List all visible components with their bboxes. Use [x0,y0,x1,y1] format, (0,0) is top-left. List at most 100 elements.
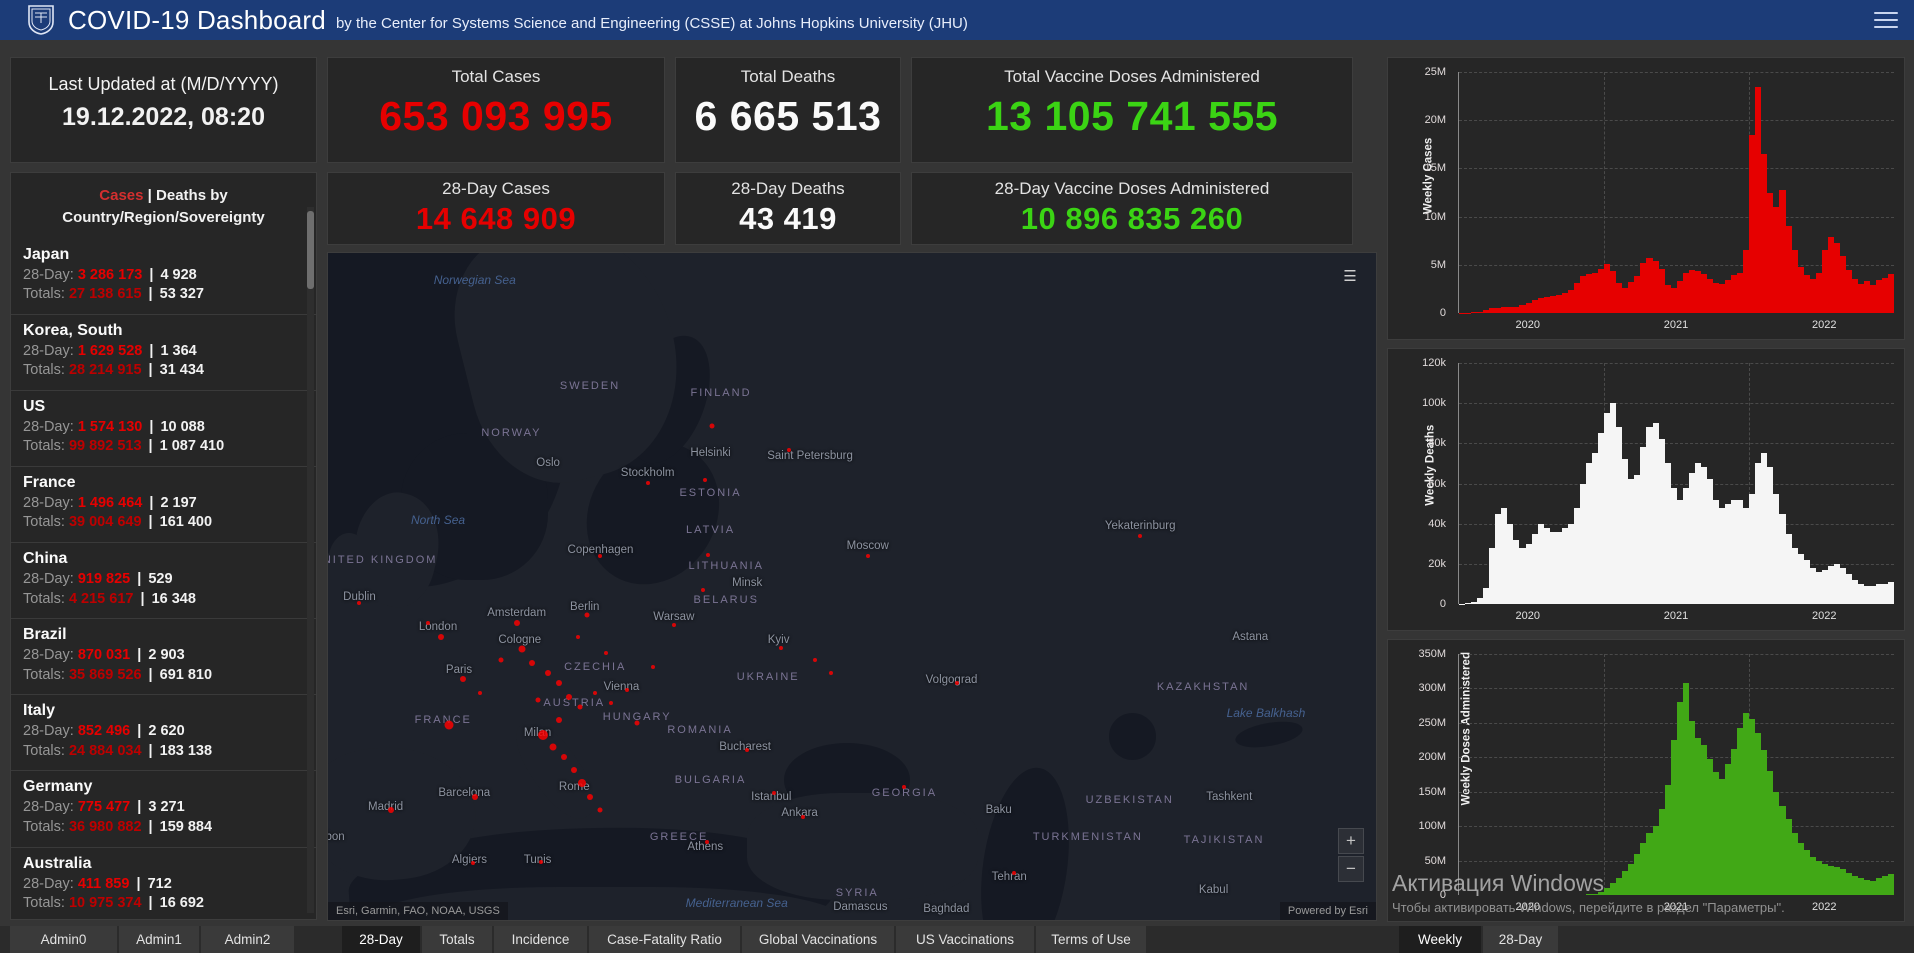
city-label: Baghdad [923,902,970,915]
world-map[interactable]: Norwegian Sea North Sea Mediterranean Sea L… [327,252,1377,921]
case-cluster-dot [650,664,655,669]
weekly-deaths-chart[interactable]: Weekly Deaths 120k 100k 80k 60k 40k 20k 0 2020 20… [1387,348,1905,631]
layer-list-icon[interactable]: ☰ [1336,265,1364,289]
page-subtitle: by the Center for Systems Science and En… [335,15,968,32]
region-label: BULGARIA [674,773,747,786]
list-item[interactable]: US 28-Day: 1 574 130 | 10 088 Totals: 99 8… [11,389,316,466]
tab-group-charts: Weekly 28-Day [1399,926,1558,953]
city-label: Algiers [451,853,488,866]
tab-us-vaccinations[interactable]: US Vaccinations [896,926,1034,953]
city-label: Kabul [1198,883,1229,896]
stat-line: Totals: 36 980 882 | 159 884 [23,818,213,835]
y-axis-ticks: 350M 300M 250M 200M 150M 100M 50M 0 [1418,648,1446,901]
case-cluster-dot [813,657,818,662]
tab-terms-of-use[interactable]: Terms of Use [1036,926,1146,953]
scrollbar-thumb[interactable] [307,211,314,289]
city-label: Stockholm [620,467,675,480]
cases-header-label: Cases [99,187,144,204]
stat-label: Total Deaths [740,67,836,86]
stat-line: 28-Day: 852 496 | 2 620 [23,723,185,740]
tab-case-fatality-ratio[interactable]: Case-Fatality Ratio [589,926,740,953]
zoom-in-button[interactable]: + [1338,828,1364,854]
region-label: UZBEKISTAN [1085,793,1174,806]
list-item[interactable]: Japan 28-Day: 3 286 173 | 4 928 Totals: 27… [11,239,316,314]
case-cluster-dot [566,693,573,700]
list-item[interactable]: Brazil 28-Day: 870 031 | 2 903 Totals: 35 … [11,618,316,694]
list-item[interactable]: Korea, South 28-Day: 1 629 528 | 1 364 Tot… [11,313,316,390]
stat-panel-total-vaccine-doses-administered: Total Vaccine Doses Administered 13 105 7… [911,57,1353,163]
case-cluster-dot [555,716,562,723]
weekly-cases-chart[interactable]: Weekly Cases 25M 20M 15M 10M 5M 0 2020 2021 2022 [1387,57,1905,340]
list-item[interactable]: Italy 28-Day: 852 496 | 2 620 Totals: 24 8… [11,694,316,770]
country-name: France [23,473,76,491]
case-cluster-dot [706,553,711,558]
case-cluster-dot [597,807,603,813]
stat-line: Totals: 99 892 513 | 1 087 410 [23,438,225,455]
tab-admin0[interactable]: Admin0 [10,926,117,953]
case-cluster-dot [537,730,548,741]
case-cluster-dot [865,554,870,559]
last-updated-value: 19.12.2022, 08:20 [62,103,265,131]
stat-label: 28-Day Cases [442,179,550,198]
list-item[interactable]: Germany 28-Day: 775 477 | 3 271 Totals: 36… [11,770,316,846]
city-label: Tashkent [1206,790,1253,803]
city-label: Madrid [368,800,404,813]
stat-line: 28-Day: 1 629 528 | 1 364 [23,342,197,359]
tab-admin1[interactable]: Admin1 [119,926,199,953]
hamburger-menu-icon[interactable] [1874,12,1898,28]
region-label: BELARUS [693,593,759,606]
stat-label: 28-Day Vaccine Doses Administered [994,179,1270,198]
zoom-out-button[interactable]: − [1338,856,1364,882]
stat-line: Totals: 10 975 374 | 16 692 [23,895,204,912]
case-cluster-dot [608,701,613,706]
city-label: Saint Petersburg [767,450,853,463]
case-cluster-dot [593,691,598,696]
city-label: Minsk [732,577,763,590]
city-label: Damascus [833,900,888,913]
region-label: UKRAINE [736,670,800,683]
last-updated-label: Last Updated at (M/D/YYYY) [48,74,279,94]
stat-value: 14 648 909 [415,201,577,236]
tab-global-vaccinations[interactable]: Global Vaccinations [742,926,894,953]
bottom-tab-bar: Admin0 Admin1 Admin2 28-Day Totals Incidence… [0,926,1914,953]
case-cluster-dot [535,697,541,703]
stat-line: Totals: 24 884 034 | 183 138 [23,742,213,759]
case-cluster-dot [634,720,640,726]
case-cluster-dot [498,657,504,663]
stat-line: 28-Day: 3 286 173 | 4 928 [23,266,197,283]
page-title: COVID-19 Dashboard [68,4,326,35]
case-cluster-dot [701,587,706,592]
stat-panel-28-day-vaccine-doses-administered: 28-Day Vaccine Doses Administered 10 896 … [911,172,1353,245]
region-label: ESTONIA [679,487,742,500]
sea-label: North Sea [411,512,466,527]
tab-totals[interactable]: Totals [422,926,492,953]
city-label: Berlin [570,600,600,613]
weekly-doses-chart[interactable]: Weekly Doses Administered 350M 300M 250M 200… [1387,639,1905,922]
country-list-header: Cases | Deaths by Country/Region/Soverei… [62,187,265,226]
x-axis-ticks: 2020 2021 2022 [1515,319,1837,331]
list-item[interactable]: France 28-Day: 1 496 464 | 2 197 Totals: 3… [11,465,316,542]
city-label: Barcelona [438,787,491,800]
list-item[interactable]: China 28-Day: 919 825 | 529 Totals: 4 215 … [11,542,316,618]
tab-incidence[interactable]: Incidence [494,926,587,953]
case-cluster-dot [587,793,593,800]
tab-weekly[interactable]: Weekly [1399,926,1481,953]
scrollbar-track[interactable] [307,207,314,913]
stat-value: 653 093 995 [379,93,613,139]
tab-28-day[interactable]: 28-Day [342,926,420,953]
aral-sea-water [1108,713,1156,760]
tab-admin2[interactable]: Admin2 [201,926,294,953]
stat-line: Totals: 4 215 617 | 16 348 [23,590,196,607]
stat-value: 13 105 741 555 [986,93,1278,139]
case-cluster-dot [829,671,834,676]
last-updated-panel: Last Updated at (M/D/YYYY) 19.12.2022, 0… [10,57,317,163]
plot-area [1458,654,1895,895]
sea-label: Lake Balkhash [1226,706,1306,721]
city-label: Ankara [781,807,818,820]
case-cluster-dot [571,766,578,773]
region-label: FINLAND [690,387,752,400]
tab-28-day[interactable]: 28-Day [1483,926,1558,953]
list-item[interactable]: Australia 28-Day: 411 859 | 712 Totals: 10… [11,846,316,920]
stat-line: Totals: 35 869 526 | 691 810 [23,666,213,683]
region-label: CZECHIA [564,660,627,673]
